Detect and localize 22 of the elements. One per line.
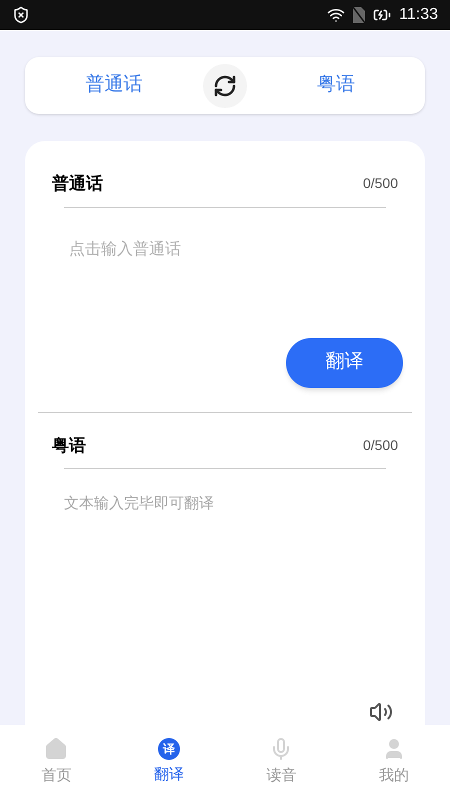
source-language-button[interactable]: 普通话	[25, 71, 203, 100]
translate-icon: 译	[158, 738, 180, 760]
panel-title: 粤语	[52, 434, 86, 456]
translate-button[interactable]: 翻译	[286, 338, 403, 388]
no-sim-icon	[353, 7, 366, 23]
nav-tab[interactable]: 首页	[0, 725, 112, 800]
character-count: 0/500	[362, 174, 398, 194]
swap-button[interactable]	[203, 64, 247, 108]
wifi-icon	[327, 6, 346, 24]
character-count: 0/500	[362, 436, 398, 455]
input-field[interactable]: 点击输入普通话	[69, 238, 381, 338]
nav-tab[interactable]: 译 翻译	[112, 725, 225, 800]
shield-icon	[12, 6, 30, 24]
output-hint: 文本输入完毕即可翻译	[64, 494, 215, 514]
panel-title: 普通话	[52, 173, 103, 195]
nav-tab[interactable]: 读音	[225, 725, 338, 800]
target-language-button[interactable]: 粤语	[247, 71, 425, 100]
home-icon	[44, 737, 68, 762]
speaker-icon[interactable]	[369, 700, 393, 724]
nav-tab[interactable]: 我的	[338, 725, 450, 800]
swap-icon	[213, 74, 237, 98]
clock: 11:33	[399, 5, 438, 25]
